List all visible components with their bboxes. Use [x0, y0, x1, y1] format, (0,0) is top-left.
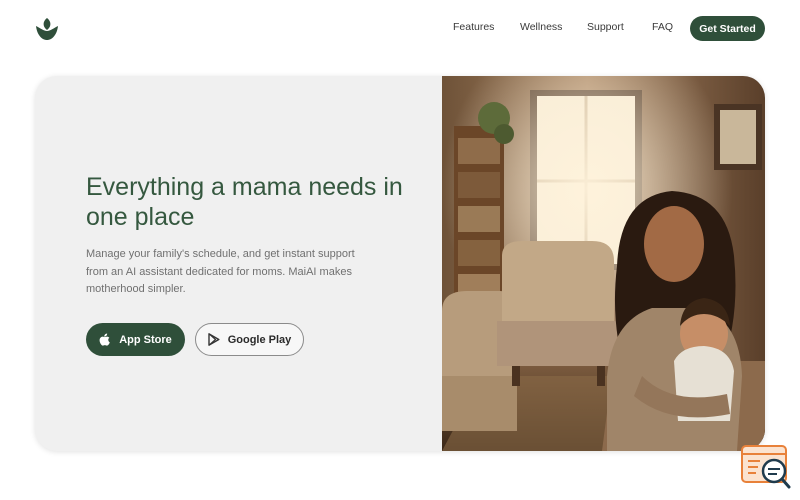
hero-card: Everything a mama needs in one place Man… [35, 76, 765, 451]
google-play-button[interactable]: Google Play [195, 323, 304, 356]
top-navigation: Features Wellness Support FAQ Get Starte… [0, 0, 800, 56]
get-started-button[interactable]: Get Started [690, 16, 765, 41]
chat-search-widget[interactable] [740, 444, 792, 490]
app-store-label: App Store [119, 333, 172, 346]
nav-links: Features Wellness Support FAQ [0, 18, 800, 38]
app-store-button[interactable]: App Store [86, 323, 185, 356]
hero-headline: Everything a mama needs in one place [86, 173, 403, 231]
play-store-icon [208, 333, 220, 346]
chat-search-icon [741, 445, 791, 489]
apple-icon [99, 333, 111, 346]
google-play-label: Google Play [227, 333, 292, 346]
hero-subtext: Manage your family's schedule, and get i… [86, 248, 355, 295]
nav-link-wellness[interactable]: Wellness [520, 21, 562, 33]
mother-holding-baby-photo [442, 76, 765, 451]
nav-link-features[interactable]: Features [453, 21, 494, 33]
nav-link-support[interactable]: Support [587, 21, 624, 33]
nav-link-faq[interactable]: FAQ [652, 21, 673, 33]
